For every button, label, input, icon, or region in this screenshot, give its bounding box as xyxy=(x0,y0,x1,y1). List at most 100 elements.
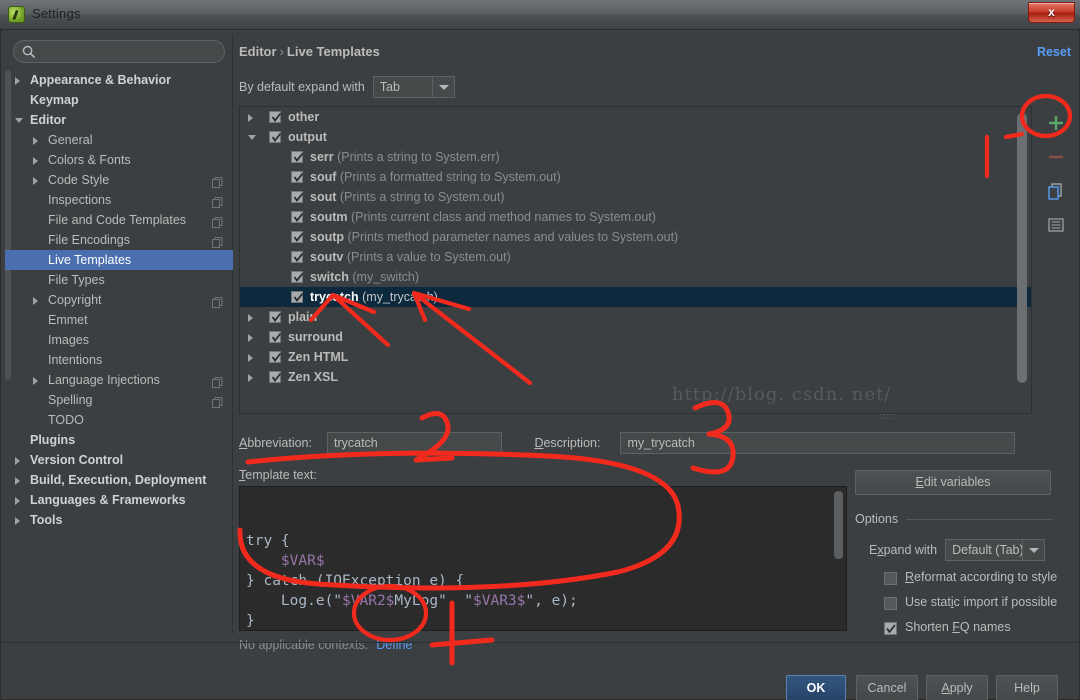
close-button[interactable]: x xyxy=(1028,2,1075,23)
sidebar-item-editor[interactable]: Editor xyxy=(5,110,233,130)
sidebar-item-languages-frameworks[interactable]: Languages & Frameworks xyxy=(5,490,233,510)
expand-with-select[interactable]: Default (Tab) xyxy=(945,539,1046,561)
template-row[interactable]: switch (my_switch) xyxy=(240,267,1031,287)
sidebar-item-language-injections[interactable]: Language Injections xyxy=(5,370,233,390)
sidebar-item-copyright[interactable]: Copyright xyxy=(5,290,233,310)
chevron-right-icon[interactable] xyxy=(33,157,38,165)
chevron-right-icon[interactable] xyxy=(33,177,38,185)
define-context-link[interactable]: Define xyxy=(376,638,412,652)
default-expand-select[interactable]: Tab xyxy=(372,76,455,98)
template-row[interactable]: sout (Prints a string to System.out) xyxy=(240,187,1031,207)
template-row[interactable]: trycatch (my_trycatch) xyxy=(240,287,1031,307)
template-row[interactable]: other xyxy=(240,107,1031,127)
template-row[interactable]: soutv (Prints a value to System.out) xyxy=(240,247,1031,267)
template-row[interactable]: surround xyxy=(240,327,1031,347)
template-checkbox[interactable] xyxy=(291,151,304,163)
sidebar-item-general[interactable]: General xyxy=(5,130,233,150)
template-checkbox[interactable] xyxy=(269,131,282,143)
template-row[interactable]: plain xyxy=(240,307,1031,327)
template-row[interactable]: serr (Prints a string to System.err) xyxy=(240,147,1031,167)
chevron-right-icon[interactable] xyxy=(33,377,38,385)
sidebar-item-file-and-code-templates[interactable]: File and Code Templates xyxy=(5,210,233,230)
sidebar-item-spelling[interactable]: Spelling xyxy=(5,390,233,410)
abbreviation-input[interactable] xyxy=(327,432,502,454)
chevron-down-icon[interactable] xyxy=(15,118,23,123)
sidebar-item-version-control[interactable]: Version Control xyxy=(5,450,233,470)
template-checkbox[interactable] xyxy=(291,271,304,283)
add-template-button[interactable] xyxy=(1039,106,1073,140)
chevron-right-icon[interactable] xyxy=(15,497,20,505)
sidebar-item-file-encodings[interactable]: File Encodings xyxy=(5,230,233,250)
sidebar-item-emmet[interactable]: Emmet xyxy=(5,310,233,330)
sidebar-item-todo[interactable]: TODO xyxy=(5,410,233,430)
resize-grip[interactable]: ::::: xyxy=(879,411,897,421)
template-text-editor[interactable]: try { $VAR$} catch (IOException e) { Log… xyxy=(239,486,847,631)
chevron-right-icon[interactable] xyxy=(15,517,20,525)
default-expand-row: By default expand with Tab xyxy=(239,76,455,98)
template-checkbox[interactable] xyxy=(269,371,282,383)
chevron-right-icon[interactable] xyxy=(33,297,38,305)
chevron-right-icon[interactable] xyxy=(33,137,38,145)
template-name: switch xyxy=(310,270,349,284)
checkbox-indicator[interactable] xyxy=(884,622,897,635)
chevron-right-icon[interactable] xyxy=(248,334,253,342)
sidebar-item-plugins[interactable]: Plugins xyxy=(5,430,233,450)
template-checkbox[interactable] xyxy=(291,291,304,303)
template-checkbox[interactable] xyxy=(291,231,304,243)
description-input[interactable] xyxy=(620,432,1016,454)
sidebar-item-images[interactable]: Images xyxy=(5,330,233,350)
chevron-right-icon[interactable] xyxy=(15,477,20,485)
search-box[interactable] xyxy=(13,40,225,63)
editor-scrollbar[interactable] xyxy=(834,491,843,559)
chevron-right-icon[interactable] xyxy=(15,457,20,465)
search-input[interactable] xyxy=(41,43,217,60)
ok-button[interactable]: OK xyxy=(786,675,846,700)
edit-variables-button[interactable]: Edit variables xyxy=(855,470,1051,495)
sidebar-item-tools[interactable]: Tools xyxy=(5,510,233,530)
template-row[interactable]: Zen XSL xyxy=(240,367,1031,387)
template-checkbox[interactable] xyxy=(291,211,304,223)
sidebar-item-build-execution-deployment[interactable]: Build, Execution, Deployment xyxy=(5,470,233,490)
checkbox-indicator[interactable] xyxy=(884,572,897,585)
template-checkbox[interactable] xyxy=(291,191,304,203)
chevron-down-icon[interactable] xyxy=(248,135,256,140)
sidebar-item-colors-fonts[interactable]: Colors & Fonts xyxy=(5,150,233,170)
templates-tree-scrollbar[interactable] xyxy=(1017,113,1027,383)
template-checkbox[interactable] xyxy=(269,311,282,323)
sidebar-item-keymap[interactable]: Keymap xyxy=(5,90,233,110)
reset-link[interactable]: Reset xyxy=(1037,45,1071,59)
sidebar-item-appearance-behavior[interactable]: Appearance & Behavior xyxy=(5,70,233,90)
sidebar-item-file-types[interactable]: File Types xyxy=(5,270,233,290)
chevron-right-icon[interactable] xyxy=(248,114,253,122)
duplicate-template-button[interactable] xyxy=(1039,174,1073,208)
help-button[interactable]: Help xyxy=(996,675,1058,700)
template-groups-button[interactable] xyxy=(1039,208,1073,242)
chevron-right-icon[interactable] xyxy=(15,77,20,85)
sidebar-item-intentions[interactable]: Intentions xyxy=(5,350,233,370)
context-row: No applicable contexts. Define xyxy=(239,638,412,652)
cancel-button[interactable]: Cancel xyxy=(856,675,918,700)
apply-button[interactable]: Apply xyxy=(926,675,988,700)
chevron-right-icon[interactable] xyxy=(248,314,253,322)
sidebar-item-live-templates[interactable]: Live Templates xyxy=(5,250,233,270)
template-row[interactable]: Zen HTML xyxy=(240,347,1031,367)
template-row[interactable]: output xyxy=(240,127,1031,147)
chevron-down-icon[interactable] xyxy=(431,77,454,97)
template-checkbox[interactable] xyxy=(269,331,282,343)
template-row[interactable]: soutp (Prints method parameter names and… xyxy=(240,227,1031,247)
template-variable: $VAR3$ xyxy=(473,593,526,609)
template-name: serr xyxy=(310,150,334,164)
template-checkbox[interactable] xyxy=(291,171,304,183)
breadcrumb: Editor › Live Templates xyxy=(239,44,380,59)
chevron-down-icon-2[interactable] xyxy=(1022,540,1044,560)
template-row[interactable]: soutm (Prints current class and method n… xyxy=(240,207,1031,227)
template-row[interactable]: souf (Prints a formatted string to Syste… xyxy=(240,167,1031,187)
chevron-right-icon[interactable] xyxy=(248,374,253,382)
template-checkbox[interactable] xyxy=(269,111,282,123)
sidebar-item-inspections[interactable]: Inspections xyxy=(5,190,233,210)
template-checkbox[interactable] xyxy=(291,251,304,263)
chevron-right-icon[interactable] xyxy=(248,354,253,362)
sidebar-item-code-style[interactable]: Code Style xyxy=(5,170,233,190)
checkbox-indicator[interactable] xyxy=(884,597,897,610)
template-checkbox[interactable] xyxy=(269,351,282,363)
